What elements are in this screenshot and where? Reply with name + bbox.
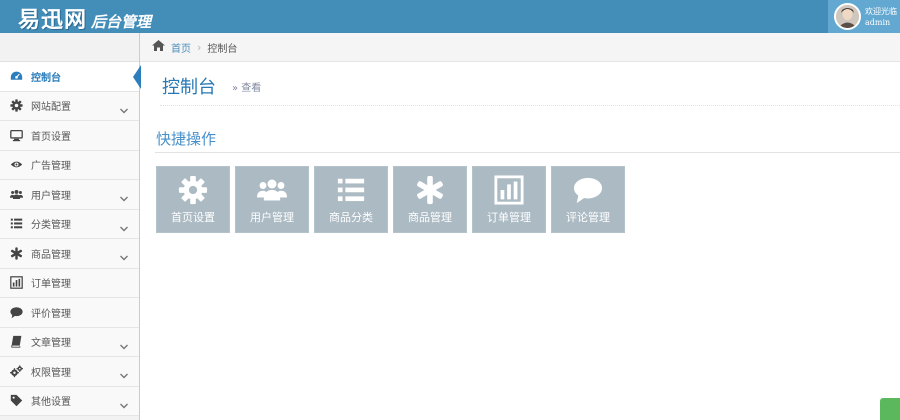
sidebar-item-10[interactable]: 权限管理: [0, 357, 139, 387]
sidebar-item-7[interactable]: 订单管理: [0, 268, 139, 298]
username: admin: [865, 17, 891, 27]
corner-widget-icon[interactable]: [880, 398, 900, 420]
shortcut-panel: 首页设置 用户管理 商品分类 商品管理 订单管理 评论管理: [156, 166, 630, 233]
section-title: 快捷操作: [156, 130, 217, 148]
shortcut-button-2[interactable]: 商品分类: [314, 166, 388, 233]
shortcut-label: 评论管理: [566, 211, 610, 224]
shortcut-button-1[interactable]: 用户管理: [235, 166, 309, 233]
sidebar-item-6[interactable]: 商品管理: [0, 239, 139, 269]
welcome-text: 欢迎光临: [865, 6, 897, 16]
sidebar-item-label: 分类管理: [31, 220, 71, 232]
breadcrumb-current: 控制台: [207, 43, 238, 55]
monitor-icon: [9, 128, 23, 142]
gear-icon: [178, 175, 208, 205]
user-info: 欢迎光临 admin: [865, 6, 899, 28]
chevron-down-icon: [119, 248, 129, 261]
sidebar-item-11[interactable]: 其他设置: [0, 386, 139, 416]
gear-icon: [9, 99, 23, 113]
list-icon: [336, 175, 366, 205]
shortcut-button-0[interactable]: 首页设置: [156, 166, 230, 233]
sidebar-item-3[interactable]: 广告管理: [0, 150, 139, 180]
shortcut-button-4[interactable]: 订单管理: [472, 166, 546, 233]
sidebar-item-label: 商品管理: [31, 249, 71, 261]
cogs-icon: [9, 364, 23, 378]
logo-main-text: 易迅网: [18, 8, 88, 33]
home-icon[interactable]: [152, 40, 165, 54]
user-menu[interactable]: 欢迎光临 admin: [828, 0, 900, 33]
shortcut-button-3[interactable]: 商品管理: [393, 166, 467, 233]
sidebar-menu: 控制台网站配置首页设置广告管理用户管理分类管理商品管理订单管理评价管理文章管理权…: [0, 62, 141, 416]
sidebar: 控制台网站配置首页设置广告管理用户管理分类管理商品管理订单管理评价管理文章管理权…: [0, 33, 141, 420]
breadcrumb-home-link[interactable]: 首页: [171, 40, 191, 55]
sidebar-item-label: 权限管理: [31, 367, 71, 379]
sidebar-item-label: 其他设置: [31, 397, 71, 409]
bar-chart-icon: [9, 276, 23, 290]
comment-icon: [573, 175, 603, 205]
sidebar-item-5[interactable]: 分类管理: [0, 209, 139, 239]
sidebar-item-0[interactable]: 控制台: [0, 62, 141, 92]
sidebar-item-4[interactable]: 用户管理: [0, 180, 139, 210]
top-navbar: 易迅网 后台管理 欢迎光临 admin: [0, 0, 900, 33]
avatar: [834, 3, 861, 30]
bar-chart-icon: [494, 175, 524, 205]
shortcut-label: 订单管理: [487, 211, 531, 224]
chevron-down-icon: [119, 101, 129, 113]
shortcut-label: 首页设置: [171, 211, 215, 224]
section-header: 快捷操作: [155, 125, 900, 153]
chevron-down-icon: [119, 219, 129, 231]
tag-icon: [9, 394, 23, 408]
sidebar-item-label: 用户管理: [31, 190, 71, 202]
users-icon: [9, 187, 23, 201]
chevron-down-icon: [119, 396, 129, 408]
chevron-down-icon: [119, 189, 129, 202]
asterisk-icon: [415, 175, 445, 205]
sidebar-item-label: 订单管理: [31, 279, 71, 291]
logo-sub-text: 后台管理: [91, 13, 152, 31]
sidebar-item-1[interactable]: 网站配置: [0, 91, 139, 121]
book-icon: [9, 335, 23, 349]
sidebar-item-9[interactable]: 文章管理: [0, 327, 139, 357]
page-title: 控制台: [162, 77, 216, 98]
sidebar-shortcuts-bar: [0, 33, 139, 62]
chevron-down-icon: [119, 337, 129, 349]
sidebar-item-label: 首页设置: [31, 131, 71, 143]
page-header: 控制台 » 查看: [160, 70, 900, 106]
sidebar-item-8[interactable]: 评价管理: [0, 298, 139, 328]
comment-icon: [9, 305, 23, 319]
chevron-down-icon: [119, 366, 129, 379]
page-subtitle: » 查看: [232, 83, 262, 94]
breadcrumb: 首页 › 控制台: [140, 33, 900, 62]
shortcut-label: 用户管理: [250, 211, 294, 224]
sidebar-item-2[interactable]: 首页设置: [0, 121, 139, 151]
brand-logo[interactable]: 易迅网 后台管理: [18, 2, 152, 33]
sidebar-item-label: 控制台: [31, 72, 61, 84]
shortcut-button-5[interactable]: 评论管理: [551, 166, 625, 233]
dashboard-icon: [9, 69, 23, 83]
list-icon: [9, 217, 23, 231]
shortcut-label: 商品管理: [408, 211, 452, 224]
sidebar-item-label: 评价管理: [31, 308, 71, 320]
asterisk-icon: [9, 246, 23, 260]
eye-icon: [9, 158, 23, 172]
sidebar-item-label: 网站配置: [31, 102, 71, 114]
sidebar-item-label: 文章管理: [31, 338, 71, 350]
shortcut-label: 商品分类: [329, 211, 373, 224]
sidebar-item-label: 广告管理: [31, 161, 71, 173]
breadcrumb-separator: ›: [197, 40, 202, 54]
users-icon: [257, 175, 287, 205]
